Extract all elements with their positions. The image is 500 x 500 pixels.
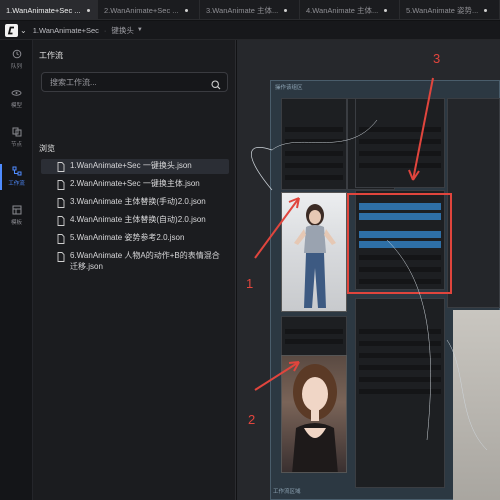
sidebar-item-workflows[interactable]: 工作流 [0, 157, 33, 196]
search-box [41, 72, 228, 92]
tab-workflow-4[interactable]: 4.WanAnimate 主体... [300, 0, 400, 19]
sidebar-item-nodes[interactable]: 节点 [0, 118, 33, 157]
unsaved-dot-icon [86, 8, 90, 12]
tab-workflow-1[interactable]: 1.WanAnimate+Sec ... [0, 0, 98, 19]
tab-label: 3.WanAnimate 主体... [206, 5, 279, 15]
browse-heading: 浏览 [39, 144, 55, 153]
file-icon [57, 198, 65, 208]
search-icon[interactable] [211, 77, 221, 95]
file-name: 6.WanAnimate 人物A的动作+B的表情混合迁移.json [70, 251, 220, 271]
unsaved-dot-icon [284, 8, 288, 12]
workflow-panel: 工作流 浏览 1.WanAnimate+Sec 一键换头.json 2.WanA… [33, 40, 236, 500]
sidebar-item-label: 工作流 [8, 181, 25, 187]
group-title: 工作流区域 [273, 489, 301, 495]
file-icon [57, 162, 65, 172]
sidebar-rail: 队列 模型 节点 工作流 模板 [0, 40, 33, 500]
file-name: 1.WanAnimate+Sec 一键换头.json [70, 161, 192, 170]
file-name: 2.WanAnimate+Sec 一键换主体.json [70, 179, 200, 188]
workflow-file-item[interactable]: 1.WanAnimate+Sec 一键换头.json [41, 159, 229, 174]
workflow-file-item[interactable]: 4.WanAnimate 主体替换(自动)2.0.json [41, 213, 229, 228]
sidebar-item-label: 模型 [10, 103, 22, 109]
search-input[interactable] [50, 77, 210, 87]
file-name: 4.WanAnimate 主体替换(自动)2.0.json [70, 215, 206, 224]
workflow-file-item[interactable]: 5.WanAnimate 姿势参考2.0.json [41, 231, 229, 246]
annotation-number: 2 [248, 412, 256, 427]
tab-label: 4.WanAnimate 主体... [306, 5, 379, 15]
annotation-number: 3 [433, 51, 441, 66]
file-icon [57, 180, 65, 190]
tab-workflow-5[interactable]: 5.WanAnimate 姿势... [400, 0, 500, 19]
annotation-overlay [251, 77, 488, 451]
sidebar-item-models[interactable]: 模型 [0, 79, 33, 118]
breadcrumb-separator: · [103, 25, 107, 35]
toolbar: ⌄ 1.WanAnimate+Sec · 键换头 ▼ [0, 21, 500, 40]
unsaved-dot-icon [484, 8, 488, 12]
file-icon [57, 252, 65, 262]
file-icon [57, 216, 65, 226]
chevron-down-icon[interactable]: ▼ [137, 27, 143, 33]
history-icon [12, 49, 21, 59]
tab-label: 1.WanAnimate+Sec ... [6, 5, 81, 15]
workflow-file-list: 1.WanAnimate+Sec 一键换头.json 2.WanAnimate+… [41, 159, 229, 277]
sidebar-item-label: 队列 [10, 64, 22, 70]
tab-bar: 1.WanAnimate+Sec ... 2.WanAnimate+Sec ..… [0, 0, 500, 20]
workflow-file-item[interactable]: 3.WanAnimate 主体替换(手动)2.0.json [41, 195, 229, 210]
sidebar-item-label: 节点 [10, 142, 22, 148]
tab-workflow-3[interactable]: 3.WanAnimate 主体... [200, 0, 300, 19]
sidebar-item-queue[interactable]: 队列 [0, 40, 33, 79]
workflow-file-item[interactable]: 2.WanAnimate+Sec 一键换主体.json [41, 177, 229, 192]
file-name: 3.WanAnimate 主体替换(手动)2.0.json [70, 197, 206, 206]
template-icon [12, 205, 21, 215]
workflow-file-item[interactable]: 6.WanAnimate 人物A的动作+B的表情混合迁移.json [41, 249, 229, 274]
file-name: 5.WanAnimate 姿势参考2.0.json [70, 233, 185, 242]
model-icon [11, 90, 22, 96]
unsaved-dot-icon [384, 8, 388, 12]
annotation-number: 1 [246, 276, 254, 291]
workflow-icon [12, 166, 21, 176]
breadcrumb[interactable]: 1.WanAnimate+Sec [33, 26, 99, 35]
panel-title: 工作流 [39, 51, 63, 60]
comfy-logo-icon[interactable] [4, 23, 18, 37]
tab-label: 2.WanAnimate+Sec ... [104, 5, 179, 15]
sidebar-item-templates[interactable]: 模板 [0, 196, 33, 235]
tab-workflow-2[interactable]: 2.WanAnimate+Sec ... [98, 0, 200, 19]
nodes-icon [12, 127, 21, 137]
graph-canvas[interactable]: 操作该组区 1 2 3 工作流区域 [237, 40, 500, 500]
breadcrumb-sub[interactable]: 键换头 [111, 25, 134, 36]
file-icon [57, 234, 65, 244]
sidebar-item-label: 模板 [10, 220, 22, 226]
unsaved-dot-icon [184, 8, 188, 12]
logo-dropdown-icon[interactable]: ⌄ [20, 26, 27, 35]
tab-label: 5.WanAnimate 姿势... [406, 5, 479, 15]
